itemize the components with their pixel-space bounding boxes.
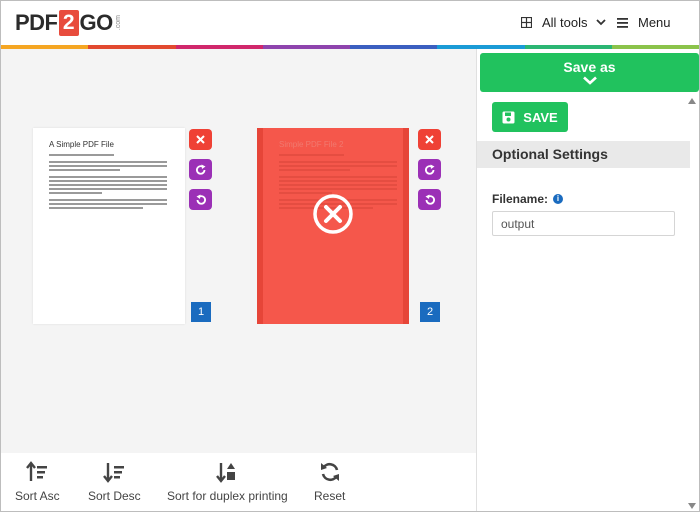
close-icon [425, 135, 434, 144]
chevron-down-icon [595, 19, 606, 26]
menu-button[interactable]: Menu [617, 15, 671, 30]
page-thumbnail-1[interactable]: A Simple PDF File [33, 128, 185, 324]
sort-duplex-button[interactable]: Sort for duplex printing [167, 461, 288, 503]
rotate-left-icon [196, 194, 206, 205]
page-thumbnail-2[interactable]: Simple PDF File 2 [257, 128, 409, 324]
rotate-left-icon [425, 194, 435, 205]
sort-duplex-icon [216, 463, 236, 483]
logo-text-pdf: PDF [15, 10, 58, 35]
sort-asc-label: Sort Asc [15, 489, 60, 503]
sort-ascending-icon [26, 461, 48, 481]
save-as-label: Save as [563, 59, 616, 75]
page-workspace: A Simple PDF File 1 Simple PDF File 2 2 [1, 49, 476, 453]
logo-text-com: .com [114, 15, 122, 31]
save-sidebar: Save as SAVE Optional Settings Filename:… [476, 49, 699, 511]
scroll-up-arrow[interactable] [688, 98, 696, 104]
page-2-title: Simple PDF File 2 [279, 140, 344, 149]
page-2-rotate-left-button[interactable] [418, 189, 441, 210]
sort-duplex-label: Sort for duplex printing [167, 489, 288, 503]
all-tools-dropdown[interactable]: All tools [521, 15, 616, 30]
page-number-badge-1: 1 [191, 302, 211, 322]
sort-desc-button[interactable]: Sort Desc [88, 461, 141, 503]
sort-toolbar: Sort Asc Sort Desc Sort for duplex print… [1, 453, 476, 511]
sort-desc-label: Sort Desc [88, 489, 141, 503]
page-2-delete-button[interactable] [418, 129, 441, 150]
reset-button[interactable]: Reset [314, 461, 345, 503]
save-button[interactable]: SAVE [492, 102, 568, 132]
top-header: PDF 2 GO .com All tools Menu [1, 1, 699, 45]
sort-descending-icon [103, 463, 125, 483]
close-icon [196, 135, 205, 144]
sort-asc-button[interactable]: Sort Asc [15, 461, 60, 503]
save-as-button[interactable]: Save as [480, 53, 699, 92]
rotate-right-icon [195, 164, 205, 175]
page-2-right-edge [403, 128, 409, 324]
pdf2go-logo[interactable]: PDF 2 GO .com [15, 10, 122, 36]
logo-text-go: GO [79, 10, 114, 35]
page-1-rotate-left-button[interactable] [189, 189, 212, 210]
deleted-x-circle-icon [313, 194, 353, 234]
filename-input[interactable] [492, 211, 675, 236]
menu-label: Menu [638, 15, 671, 30]
refresh-icon [320, 462, 339, 482]
filename-label: Filename: [492, 192, 549, 206]
scroll-down-arrow[interactable] [688, 503, 696, 509]
info-icon[interactable]: i [553, 194, 564, 204]
page-number-badge-2: 2 [420, 302, 440, 322]
rotate-right-icon [424, 164, 434, 175]
optional-settings-heading: Optional Settings [477, 141, 690, 168]
filename-label-row: Filename: i [492, 192, 564, 206]
grid-icon [521, 17, 532, 28]
reset-label: Reset [314, 489, 346, 503]
hamburger-icon [617, 17, 628, 28]
page-2-left-edge [257, 128, 263, 324]
save-label: SAVE [523, 109, 558, 125]
logo-text-2: 2 [58, 10, 79, 36]
page-1-rotate-right-button[interactable] [189, 159, 212, 180]
chevron-down-icon [582, 76, 597, 85]
page-1-text-lines [49, 154, 167, 211]
page-1-delete-button[interactable] [189, 129, 212, 150]
all-tools-label: All tools [542, 15, 588, 30]
app-window: PDF 2 GO .com All tools Menu A Simple PD… [0, 0, 700, 512]
floppy-disk-icon [502, 111, 515, 123]
page-1-title: A Simple PDF File [49, 140, 114, 149]
page-2-rotate-right-button[interactable] [418, 159, 441, 180]
